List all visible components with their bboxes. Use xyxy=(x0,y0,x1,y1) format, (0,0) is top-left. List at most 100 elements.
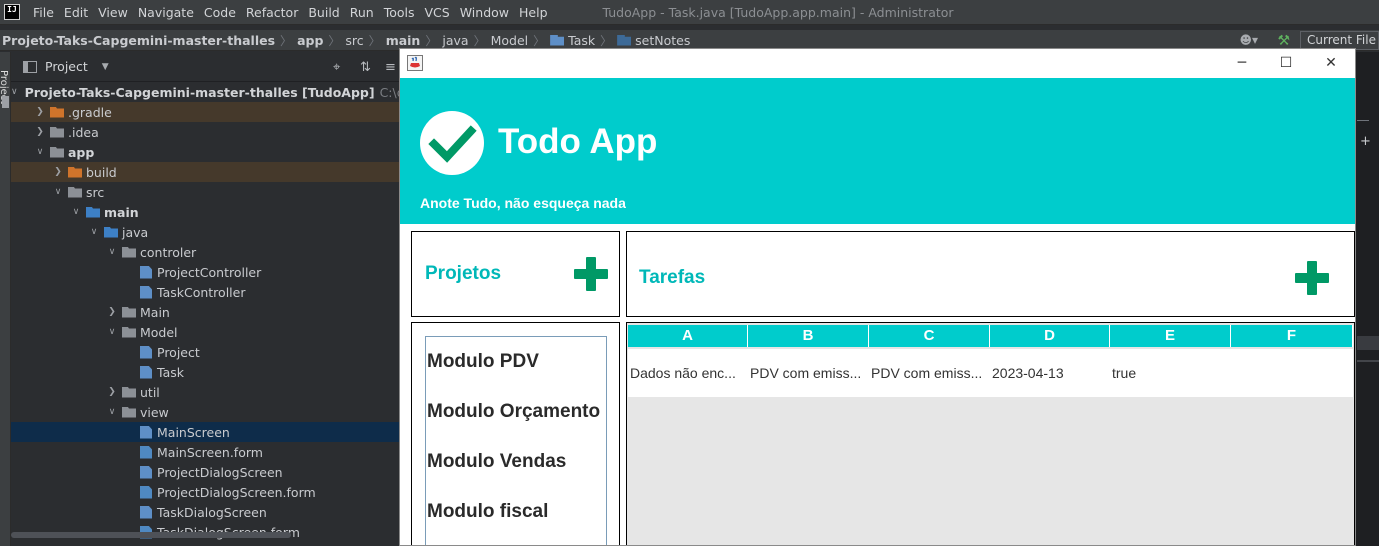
chevron-right-icon[interactable]: ❯ xyxy=(51,167,65,177)
list-item[interactable]: Modulo Orçamento xyxy=(427,397,600,427)
menu-window[interactable]: Window xyxy=(455,0,514,25)
tree-item-text: Projeto-Taks-Capgemini-master-thalles [T… xyxy=(24,84,375,100)
structure-tool-icon[interactable] xyxy=(2,96,9,108)
chevron-down-icon[interactable]: ∨ xyxy=(87,227,101,237)
intellij-logo-icon[interactable]: IJ xyxy=(4,4,20,20)
tree-item[interactable]: ∨ main xyxy=(11,202,400,222)
chevron-down-icon[interactable]: ▼ xyxy=(102,62,109,72)
close-button[interactable]: ✕ xyxy=(1309,53,1353,73)
chevron-right-icon[interactable]: ❯ xyxy=(105,387,119,397)
table-row[interactable]: Dados não enc... PDV com emiss... PDV com … xyxy=(628,349,1353,397)
breadcrumb-item[interactable]: java xyxy=(442,33,468,48)
excluded-folder-icon xyxy=(68,166,82,178)
build-hammer-icon[interactable]: ⚒ xyxy=(1277,33,1290,49)
minimize-button[interactable]: ─ xyxy=(1220,53,1264,73)
menu-vcs[interactable]: VCS xyxy=(420,0,455,25)
tree-item[interactable]: MainScreen.form xyxy=(11,442,400,462)
breadcrumb-separator-icon: 〉 xyxy=(368,33,381,48)
tree-item[interactable]: ProjectController xyxy=(11,262,400,282)
add-task-button[interactable] xyxy=(1295,261,1329,295)
app-title-bar[interactable]: ─ ☐ ✕ xyxy=(400,49,1355,78)
menu-file[interactable]: File xyxy=(28,0,59,25)
chevron-down-icon[interactable]: ∨ xyxy=(33,147,47,157)
chevron-down-icon[interactable]: ∨ xyxy=(105,247,119,257)
breadcrumb-item[interactable]: setNotes xyxy=(617,33,690,48)
table-column-header[interactable]: F xyxy=(1231,325,1353,347)
tree-item[interactable]: ∨ view xyxy=(11,402,400,422)
breadcrumb-item[interactable]: Task xyxy=(550,33,595,48)
tree-item[interactable]: ∨ app xyxy=(11,142,400,162)
chevron-right-icon[interactable]: ❯ xyxy=(33,107,47,117)
tree-item-text: util xyxy=(140,384,160,400)
tree-item[interactable]: ❯ .gradle xyxy=(11,102,400,122)
projects-list[interactable]: Modulo PDV Modulo Orçamento Modulo Vendas M… xyxy=(425,336,607,545)
chevron-down-icon[interactable]: ∨ xyxy=(51,187,65,197)
collapse-all-icon[interactable]: ≡ xyxy=(385,60,396,75)
tree-item[interactable]: ∨ Projeto-Taks-Capgemini-master-thalles [… xyxy=(11,82,461,102)
tree-item[interactable]: ∨ Model xyxy=(11,322,400,342)
tree-item[interactable]: ❯ build xyxy=(11,162,400,182)
table-cell[interactable]: PDV com emiss... xyxy=(869,349,990,397)
tree-item[interactable]: ProjectDialogScreen xyxy=(11,462,400,482)
horizontal-scrollbar[interactable] xyxy=(11,532,291,538)
table-cell[interactable] xyxy=(1231,349,1353,397)
user-account-icon[interactable]: ☻▾ xyxy=(1239,33,1263,49)
tree-item[interactable]: ∨ java xyxy=(11,222,400,242)
tree-item-text: main xyxy=(104,204,139,220)
menu-view[interactable]: View xyxy=(93,0,133,25)
tree-item[interactable]: TaskDialogScreen xyxy=(11,502,400,522)
tree-item[interactable]: ∨ controler xyxy=(11,242,400,262)
expand-all-icon[interactable]: ⇅ xyxy=(360,60,371,75)
table-cell[interactable]: PDV com emiss... xyxy=(748,349,869,397)
table-column-header[interactable]: B xyxy=(748,325,869,347)
tree-item[interactable]: ProjectDialogScreen.form xyxy=(11,482,400,502)
breadcrumb-item[interactable]: main xyxy=(386,33,421,48)
tree-item[interactable]: Project xyxy=(11,342,400,362)
chevron-right-icon[interactable]: ❯ xyxy=(33,127,47,137)
tree-item[interactable]: Task xyxy=(11,362,400,382)
list-item[interactable]: Modulo fiscal xyxy=(427,497,548,527)
menu-help[interactable]: Help xyxy=(514,0,553,25)
tree-item-text: app xyxy=(68,144,95,160)
tree-item[interactable]: MainScreen xyxy=(11,422,400,442)
menu-build[interactable]: Build xyxy=(303,0,344,25)
menu-edit[interactable]: Edit xyxy=(59,0,93,25)
tree-item-text: Main xyxy=(140,304,170,320)
table-column-header[interactable]: D xyxy=(990,325,1110,347)
chevron-down-icon[interactable]: ∨ xyxy=(105,407,119,417)
menu-navigate[interactable]: Navigate xyxy=(133,0,199,25)
tree-item[interactable]: ❯ Main xyxy=(11,302,400,322)
menu-code[interactable]: Code xyxy=(199,0,241,25)
table-cell[interactable]: Dados não enc... xyxy=(628,349,748,397)
add-icon[interactable]: + xyxy=(1360,134,1371,149)
tree-item[interactable]: ∨ src xyxy=(11,182,400,202)
list-item[interactable]: Modulo Vendas xyxy=(427,447,566,477)
chevron-down-icon[interactable]: ∨ xyxy=(105,327,119,337)
table-column-header[interactable]: E xyxy=(1110,325,1231,347)
chevron-right-icon[interactable]: ❯ xyxy=(105,307,119,317)
breadcrumb-item[interactable]: Projeto-Taks-Capgemini-master-thalles xyxy=(2,33,275,48)
tree-item[interactable]: ❯ .idea xyxy=(11,122,400,142)
add-project-button[interactable] xyxy=(574,257,608,291)
tree-item[interactable]: TaskController xyxy=(11,282,400,302)
table-cell[interactable]: true xyxy=(1110,349,1231,397)
chevron-down-icon[interactable]: ∨ xyxy=(11,87,18,97)
main-menu: File Edit View Navigate Code Refactor Build Run… xyxy=(28,0,553,25)
menu-refactor[interactable]: Refactor xyxy=(241,0,303,25)
locate-target-icon[interactable]: ⌖ xyxy=(333,60,340,75)
project-panel-title[interactable]: Project xyxy=(45,59,88,74)
menu-tools[interactable]: Tools xyxy=(379,0,420,25)
list-item[interactable]: Modulo PDV xyxy=(427,347,539,377)
breadcrumb-item[interactable]: Model xyxy=(491,33,529,48)
table-column-header[interactable]: A xyxy=(628,325,748,347)
package-icon xyxy=(122,386,136,398)
breadcrumb-item[interactable]: src xyxy=(345,33,363,48)
tree-item[interactable]: ❯ util xyxy=(11,382,400,402)
maximize-button[interactable]: ☐ xyxy=(1264,53,1308,73)
table-cell[interactable]: 2023-04-13 xyxy=(990,349,1110,397)
menu-run[interactable]: Run xyxy=(345,0,379,25)
java-cup-icon xyxy=(407,55,423,71)
breadcrumb-item[interactable]: app xyxy=(297,33,323,48)
table-column-header[interactable]: C xyxy=(869,325,990,347)
chevron-down-icon[interactable]: ∨ xyxy=(69,207,83,217)
